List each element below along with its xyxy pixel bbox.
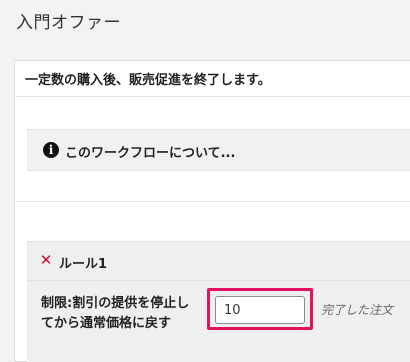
panel-header: 一定数の購入後、販売促進を終了します。 <box>25 73 271 88</box>
header-divider <box>15 96 410 97</box>
about-workflow-label: このワークフローについて... <box>65 146 236 161</box>
workflow-panel: 一定数の購入後、販売促進を終了します。 i このワークフローについて... ✕ … <box>14 60 410 362</box>
rule-header: ✕ ルール1 <box>27 242 410 281</box>
page-title: 入門オファー <box>16 13 121 33</box>
order-count-input[interactable] <box>215 296 305 324</box>
limit-field-label: 制限:割引の提供を停止してから通常価格に戻す <box>41 296 190 331</box>
section-divider <box>15 201 410 202</box>
info-icon: i <box>43 142 59 158</box>
rule-title: ルール1 <box>59 257 108 272</box>
about-workflow-toggle[interactable]: i このワークフローについて... <box>27 129 410 171</box>
close-icon[interactable]: ✕ <box>39 252 53 268</box>
rule-card: ✕ ルール1 制限:割引の提供を停止してから通常価格に戻す 完了した注文 <box>27 241 410 362</box>
completed-orders-suffix: 完了した注文 <box>321 303 394 317</box>
